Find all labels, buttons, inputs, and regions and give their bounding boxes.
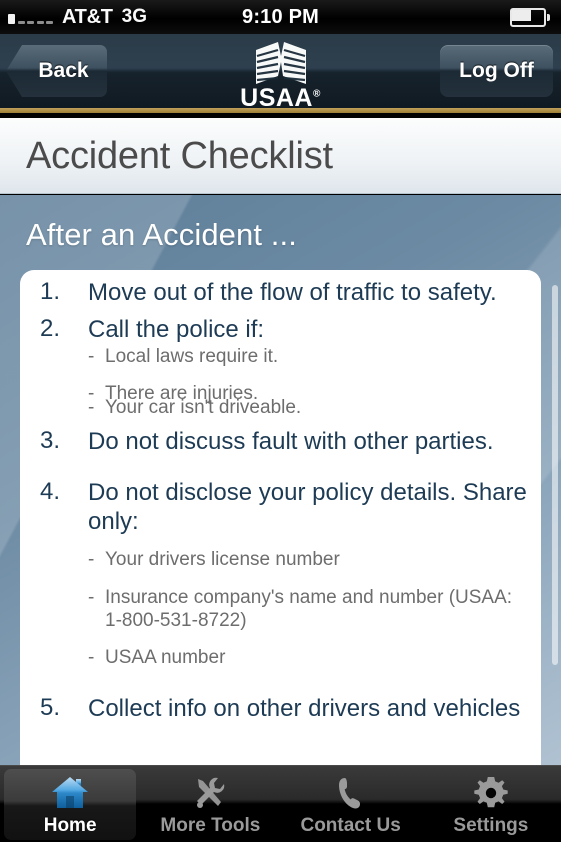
- checklist-item-text: Collect info on other drivers and vehicl…: [88, 695, 521, 722]
- checklist-card: 1. Move out of the flow of traffic to saf…: [20, 270, 541, 765]
- checklist-item-text: Call the police if:: [88, 316, 265, 343]
- dash-bullet-icon: -: [88, 549, 95, 570]
- tab-settings-label: Settings: [453, 815, 529, 836]
- back-button[interactable]: Back: [6, 45, 107, 97]
- tab-home[interactable]: Home: [0, 766, 140, 842]
- tab-bar: Home More Tools Contact Us Settings: [0, 765, 561, 842]
- checklist-subitem-text: Local laws require it.: [105, 346, 279, 367]
- status-bar: AT&T 3G 9:10 PM: [0, 0, 561, 34]
- clock-label: 9:10 PM: [242, 5, 319, 28]
- checklist-subitem-text: Your drivers license number: [105, 549, 340, 570]
- log-off-button[interactable]: Log Off: [440, 45, 553, 97]
- home-icon: [48, 773, 92, 813]
- checklist-subitem-text: USAA number: [105, 647, 226, 668]
- dash-bullet-icon: -: [88, 587, 95, 608]
- page-title-bar: Accident Checklist: [0, 118, 561, 194]
- tools-icon: [188, 773, 232, 813]
- tab-more-tools-label: More Tools: [160, 815, 261, 836]
- checklist-item-text: Do not discuss fault with other parties.: [88, 428, 494, 455]
- back-button-label: Back: [38, 59, 89, 82]
- tab-settings[interactable]: Settings: [421, 766, 561, 842]
- checklist-item-text: Do not disclose your policy details. Sha…: [88, 479, 527, 535]
- tab-home-label: Home: [43, 815, 97, 836]
- usaa-eagle-logo-icon: USAA®: [226, 40, 336, 113]
- navigation-bar: Back USAA® Log Off: [0, 34, 561, 113]
- usaa-wordmark-text: USAA: [240, 84, 313, 112]
- phone-screen: AT&T 3G 9:10 PM Back USAA® Log Off Accid…: [0, 0, 561, 842]
- usaa-wordmark: USAA®: [226, 84, 336, 113]
- page-title: Accident Checklist: [26, 135, 333, 177]
- section-heading: After an Accident ...: [26, 217, 297, 252]
- checklist-subitem-text: Your car isn't driveable.: [105, 397, 302, 418]
- tab-contact-us-label: Contact Us: [300, 815, 401, 836]
- checklist-subitem: - Your car isn't driveable.: [88, 396, 528, 419]
- checklist-item-number: 3.: [40, 427, 61, 454]
- checklist-subitem: - Your drivers license number: [88, 548, 528, 571]
- checklist-subitem: - Local laws require it.: [88, 345, 528, 368]
- content-area: After an Accident ... 1. Move out of the …: [0, 195, 561, 765]
- checklist-item-number: 5.: [40, 694, 61, 721]
- dash-bullet-icon: -: [88, 397, 95, 418]
- checklist-item-text: Move out of the flow of traffic to safet…: [88, 279, 497, 306]
- log-off-button-label: Log Off: [459, 59, 534, 82]
- checklist-item-number: 1.: [40, 278, 61, 305]
- dash-bullet-icon: -: [88, 346, 95, 367]
- tab-contact-us[interactable]: Contact Us: [281, 766, 421, 842]
- vertical-scrollbar[interactable]: [552, 285, 558, 665]
- battery-icon: [510, 8, 551, 27]
- checklist-subitem-text: Insurance company's name and number (USA…: [105, 587, 513, 631]
- tab-more-tools[interactable]: More Tools: [140, 766, 280, 842]
- trademark-symbol: ®: [312, 88, 321, 100]
- checklist-subitem: - Insurance company's name and number (US…: [88, 586, 528, 632]
- gear-icon: [469, 773, 513, 813]
- checklist-item-number: 2.: [40, 315, 61, 342]
- phone-icon: [329, 773, 373, 813]
- checklist-item-number: 4.: [40, 478, 61, 505]
- dash-bullet-icon: -: [88, 647, 95, 668]
- checklist-subitem: - USAA number: [88, 646, 528, 669]
